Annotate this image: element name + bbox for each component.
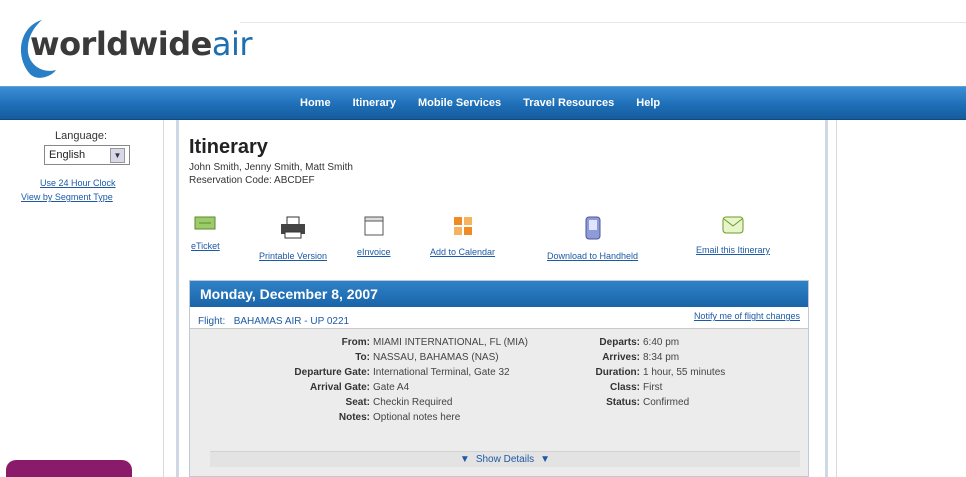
reservation-code: Reservation Code: ABCDEF [189, 175, 315, 186]
triangle-down-icon: ▼ [540, 454, 551, 465]
download-to-handheld-label: Download to Handheld [547, 251, 639, 261]
worldwideair-logo[interactable]: worldwideair [14, 14, 253, 78]
detail-class: Class: First [609, 382, 663, 393]
language-label: Language: [55, 130, 107, 142]
day-header: Monday, December 8, 2007 [190, 281, 808, 307]
flight-bar: Flight: BAHAMAS AIR - UP 0221 Notify me … [190, 307, 808, 329]
use-24-hour-clock-link[interactable]: Use 24 Hour Clock [40, 178, 116, 188]
notify-flight-changes-link[interactable]: Notify me of flight changes [694, 311, 800, 321]
printer-icon [281, 216, 306, 239]
itinerary-tools: eTicket Printable Version eInvoice Add t… [189, 216, 819, 266]
nav-home[interactable]: Home [300, 97, 331, 109]
add-to-calendar-label: Add to Calendar [430, 247, 496, 257]
detail-departs: Departs: 6:40 pm [599, 337, 680, 348]
logo-text: worldwideair [30, 25, 253, 63]
invoice-icon [364, 216, 384, 236]
email-icon [722, 216, 744, 234]
download-to-handheld-button[interactable]: Download to Handheld [547, 216, 638, 264]
view-by-segment-type-link[interactable]: View by Segment Type [21, 192, 113, 202]
detail-duration: Duration: 1 hour, 55 minutes [595, 367, 726, 378]
show-details-toggle[interactable]: ▼ Show Details ▼ [210, 451, 800, 467]
corner-tab[interactable] [6, 460, 132, 477]
language-select[interactable]: English ▼ [44, 145, 130, 165]
detail-to: To: NASSAU, BAHAMAS (NAS) [355, 352, 499, 363]
nav-itinerary[interactable]: Itinerary [353, 97, 396, 109]
passenger-names: John Smith, Jenny Smith, Matt Smith [189, 162, 353, 173]
flight-details: From: MIAMI INTERNATIONAL, FL (MIA) To: NA… [190, 329, 808, 449]
einvoice-label: eInvoice [357, 247, 391, 257]
detail-arrival-gate: Arrival Gate: Gate A4 [309, 382, 410, 393]
main-navigation: Home Itinerary Mobile Services Travel Re… [0, 86, 966, 120]
printable-version-label: Printable Version [259, 251, 328, 261]
email-itinerary-button[interactable]: Email this Itinerary [696, 216, 770, 258]
flight-number: BAHAMAS AIR - UP 0221 [233, 316, 350, 327]
right-divider [836, 120, 837, 477]
itinerary-panel: Itinerary John Smith, Jenny Smith, Matt … [176, 120, 828, 477]
chevron-down-icon[interactable]: ▼ [110, 147, 125, 163]
header-divider [240, 22, 966, 23]
header: worldwideair [0, 0, 966, 86]
detail-seat: Seat: Checkin Required [345, 397, 453, 408]
add-to-calendar-button[interactable]: Add to Calendar [430, 216, 495, 260]
flight-label: Flight: [198, 316, 226, 327]
einvoice-button[interactable]: eInvoice [357, 216, 391, 260]
printable-version-button[interactable]: Printable Version [259, 216, 327, 264]
calendar-icon [453, 217, 472, 235]
left-sidebar: Language: English ▼ Use 24 Hour Clock Vi… [0, 120, 165, 477]
nav-mobile-services[interactable]: Mobile Services [418, 97, 501, 109]
show-details-label: Show Details [475, 454, 535, 465]
page-title: Itinerary [189, 136, 268, 158]
detail-from: From: MIAMI INTERNATIONAL, FL (MIA) [341, 337, 529, 348]
detail-departure-gate: Departure Gate: International Terminal, G… [294, 367, 510, 378]
detail-status: Status: Confirmed [606, 397, 690, 408]
detail-notes: Notes: Optional notes here [338, 412, 461, 423]
language-value: English [49, 149, 86, 161]
email-itinerary-label: Email this Itinerary [696, 245, 771, 255]
handheld-icon [585, 216, 601, 240]
triangle-down-icon: ▼ [459, 454, 470, 465]
eticket-button[interactable]: eTicket [191, 216, 220, 254]
nav-help[interactable]: Help [636, 97, 660, 109]
eticket-label: eTicket [191, 241, 220, 251]
nav-travel-resources[interactable]: Travel Resources [523, 97, 614, 109]
detail-arrives: Arrives: 8:34 pm [602, 352, 680, 363]
day-section: Monday, December 8, 2007 Flight: BAHAMAS… [189, 280, 809, 477]
ticket-icon [194, 216, 216, 230]
sidebar-divider [163, 120, 164, 477]
